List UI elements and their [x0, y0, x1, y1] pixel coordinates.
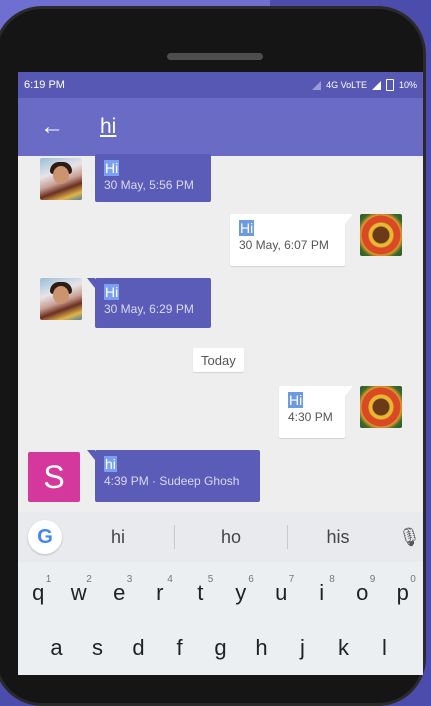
key-e[interactable]: e3	[102, 574, 136, 606]
message-text: Hi	[104, 160, 120, 176]
message-sender-timestamp: 4:39 PM · Sudeep Ghosh	[104, 474, 240, 488]
message-timestamp: 30 May, 5:56 PM	[104, 178, 194, 192]
app-toolbar: ← hi	[18, 98, 423, 156]
keyboard-suggestion-bar: G hi ho his 🎙	[18, 512, 423, 562]
back-button[interactable]: ←	[30, 105, 74, 149]
message-timestamp: 30 May, 6:07 PM	[239, 238, 329, 252]
message-text: hi	[104, 456, 117, 472]
key-q[interactable]: q1	[21, 574, 55, 606]
key-g[interactable]: g	[204, 635, 238, 661]
key-a[interactable]: a	[40, 635, 74, 661]
message-timestamp: 30 May, 6:29 PM	[104, 302, 194, 316]
date-divider: Today	[193, 348, 244, 372]
signal-strength-icon	[371, 80, 381, 90]
battery-level: 10%	[398, 80, 417, 90]
suggestion-item[interactable]: hi	[62, 527, 174, 548]
soft-keyboard: q1w2e3r4t5y6u7i8o9p0 asdfghjkl	[18, 562, 423, 675]
key-o[interactable]: o9	[345, 574, 379, 606]
message-text: Hi	[288, 392, 304, 408]
message-text: Hi	[104, 284, 120, 300]
status-time: 6:19 PM	[24, 79, 65, 91]
contact-avatar[interactable]	[40, 278, 82, 320]
message-bubble-outgoing[interactable]: Hi 30 May, 6:07 PM	[230, 214, 353, 266]
key-f[interactable]: f	[163, 635, 197, 661]
key-i[interactable]: i8	[305, 574, 339, 606]
contact-avatar[interactable]	[40, 158, 82, 200]
earpiece-speaker	[167, 53, 263, 60]
message-bubble-outgoing[interactable]: Hi 4:30 PM	[279, 386, 353, 438]
message-text: Hi	[239, 220, 255, 236]
own-avatar[interactable]	[360, 214, 402, 256]
key-t[interactable]: t5	[183, 574, 217, 606]
message-timestamp: 4:30 PM	[288, 410, 333, 424]
microphone-icon[interactable]: 🎙	[398, 527, 421, 548]
key-u[interactable]: u7	[264, 574, 298, 606]
key-y[interactable]: y6	[224, 574, 258, 606]
key-d[interactable]: d	[122, 635, 156, 661]
key-p[interactable]: p0	[386, 574, 420, 606]
key-j[interactable]: j	[286, 635, 320, 661]
status-icons: 4G VoLTE 10%	[312, 79, 417, 91]
search-query[interactable]: hi	[100, 115, 116, 139]
contact-letter-avatar[interactable]: S	[28, 452, 80, 502]
message-bubble-incoming[interactable]: Hi 30 May, 5:56 PM	[95, 154, 211, 202]
message-bubble-incoming[interactable]: Hi 30 May, 6:29 PM	[87, 278, 211, 328]
key-w[interactable]: w2	[62, 574, 96, 606]
avatar-letter: S	[43, 458, 65, 495]
suggestion-item[interactable]: ho	[175, 527, 287, 548]
message-list: Hi 30 May, 5:56 PM Hi 30 May, 6:07 PM Hi…	[18, 154, 423, 512]
arrow-left-icon: ←	[40, 113, 64, 140]
battery-icon	[385, 79, 394, 91]
key-h[interactable]: h	[245, 635, 279, 661]
own-avatar[interactable]	[360, 386, 402, 428]
key-s[interactable]: s	[81, 635, 115, 661]
suggestion-item[interactable]: his	[288, 527, 388, 548]
key-k[interactable]: k	[327, 635, 361, 661]
keyboard-row-1: q1w2e3r4t5y6u7i8o9p0	[18, 574, 423, 606]
key-l[interactable]: l	[368, 635, 402, 661]
signal-icon	[312, 80, 322, 90]
google-g-icon[interactable]: G	[28, 520, 62, 554]
key-r[interactable]: r4	[143, 574, 177, 606]
phone-screen: 6:19 PM 4G VoLTE 10% ← hi Hi 30 May, 5:5…	[18, 72, 423, 675]
status-bar: 6:19 PM 4G VoLTE 10%	[18, 72, 423, 98]
message-bubble-incoming[interactable]: hi 4:39 PM · Sudeep Ghosh	[87, 450, 260, 502]
network-label: 4G VoLTE	[326, 80, 367, 90]
keyboard-row-2: asdfghjkl	[18, 635, 423, 661]
